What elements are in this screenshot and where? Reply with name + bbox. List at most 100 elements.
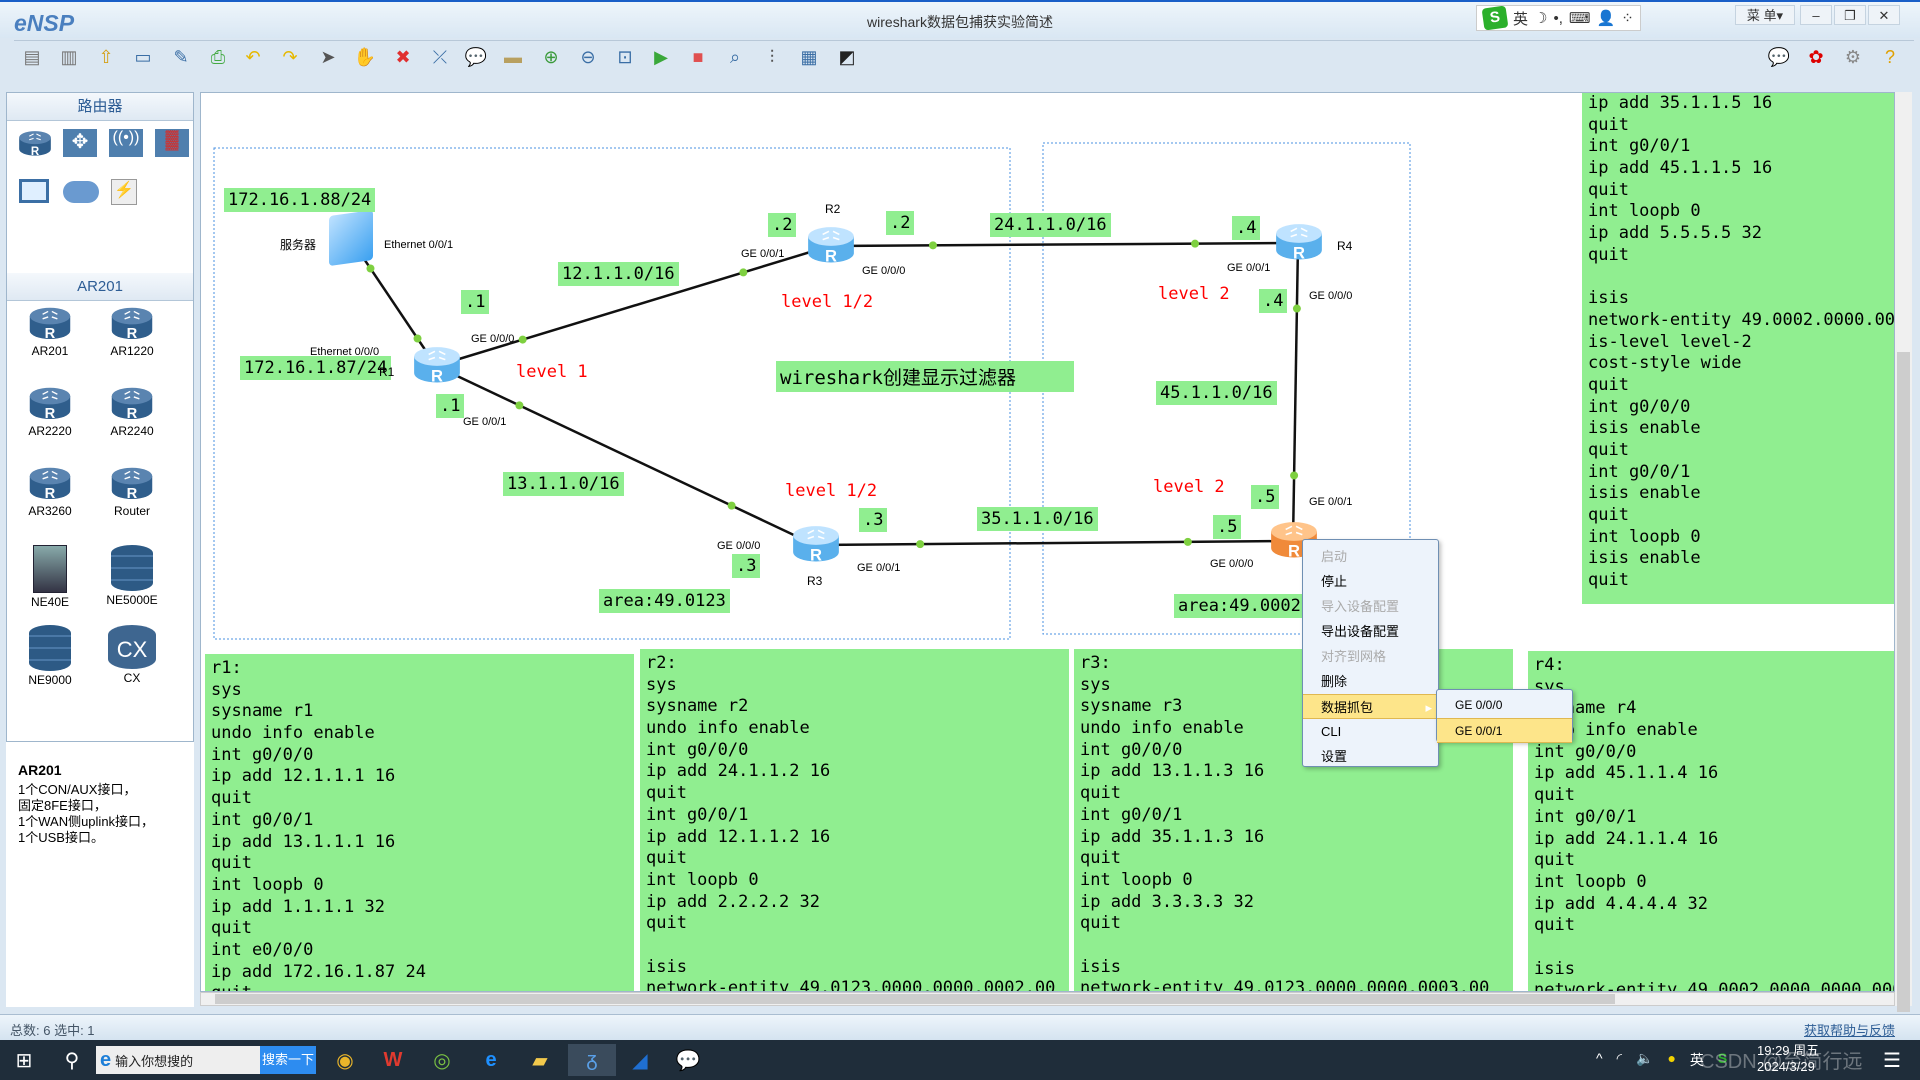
help-icon[interactable]: ? (1877, 44, 1903, 70)
menu-item[interactable]: 导出设备配置 (1303, 619, 1438, 644)
menu-item[interactable]: CLI (1303, 719, 1438, 744)
text-label[interactable]: wireshark创建显示过滤器 (776, 361, 1074, 392)
menu-item[interactable]: 停止 (1303, 569, 1438, 594)
ime-toolbar[interactable]: S 英 ☽ •, ⌨ 👤 ⁘ (1476, 5, 1641, 31)
config-note-r2[interactable]: r2: sys sysname r2 undo info enable int g0/0… (640, 649, 1069, 991)
text-label[interactable]: area:49.0002 (1174, 594, 1305, 618)
topology-view-icon[interactable]: ⫶ (759, 44, 785, 70)
text-label[interactable]: 172.16.1.88/24 (224, 188, 376, 212)
text-label[interactable]: 12.1.1.0/16 (558, 262, 679, 286)
server-node[interactable] (329, 209, 373, 267)
router-node-r3[interactable]: R (790, 523, 842, 568)
capture-icon[interactable]: ⌕ (722, 44, 748, 70)
chrome-icon[interactable]: ◉ (325, 1044, 365, 1076)
power-category-icon[interactable]: ⚡ (111, 179, 137, 205)
wireshark-icon[interactable]: ◢ (620, 1044, 660, 1076)
open-icon[interactable]: ⇧ (93, 44, 119, 70)
menu-item[interactable]: 设置 (1303, 744, 1438, 769)
text-label[interactable]: 172.16.1.87/24 (240, 356, 392, 380)
device-ar201[interactable]: R AR201 (15, 305, 85, 358)
tray-expand-icon[interactable]: ^ (1596, 1050, 1603, 1070)
menu-item[interactable]: 启动 (1303, 544, 1438, 569)
text-label[interactable]: .1 (461, 290, 490, 314)
screenshot-icon[interactable]: ◩ (834, 44, 860, 70)
restore-button[interactable]: ❐ (1834, 5, 1866, 25)
file-explorer-icon[interactable]: ▰ (520, 1044, 560, 1076)
360-tray-icon[interactable]: ● (1667, 1050, 1675, 1070)
keyboard-icon[interactable]: ⌨ (1569, 9, 1591, 27)
menu-item[interactable]: 对齐到网格 (1303, 644, 1438, 669)
new-blank-icon[interactable]: ▥ (56, 44, 82, 70)
text-label[interactable]: 13.1.1.0/16 (503, 472, 624, 496)
text-label[interactable]: .3 (859, 508, 888, 532)
undo-icon[interactable]: ↶ (240, 44, 266, 70)
huawei-icon[interactable]: ✿ (1803, 44, 1829, 70)
link-r4-r5[interactable] (1291, 242, 1300, 542)
device-ne40e[interactable]: NE40E (15, 545, 85, 609)
device-ar2240[interactable]: R AR2240 (97, 385, 167, 438)
text-label[interactable]: .4 (1259, 289, 1288, 313)
router-node-r1[interactable]: R (411, 344, 463, 389)
wireless-category-icon[interactable]: ((•)) (109, 129, 143, 157)
text-label[interactable]: .5 (1213, 515, 1242, 539)
print-icon[interactable]: ⎙ (205, 44, 231, 70)
moon-icon[interactable]: ☽ (1534, 9, 1547, 27)
chat-icon[interactable]: 💬 (1766, 44, 1792, 70)
text-label[interactable]: .2 (768, 213, 797, 237)
router-category-icon[interactable]: R (17, 129, 53, 161)
link-r3-r5[interactable] (814, 539, 1294, 547)
device-cx[interactable]: CX CX (97, 625, 167, 685)
taskbar-search-input[interactable]: e 输入你想搜的 (96, 1046, 260, 1074)
delete-link-icon[interactable]: ⤫ (427, 44, 453, 70)
360-browser-icon[interactable]: ◎ (422, 1044, 462, 1076)
submenu-item[interactable]: GE 0/0/1 (1437, 718, 1572, 743)
text-label[interactable]: 24.1.1.0/16 (990, 213, 1111, 237)
pc-category-icon[interactable] (19, 179, 49, 203)
save-as-icon[interactable]: ✎ (168, 44, 194, 70)
router-node-r2[interactable]: R (805, 224, 857, 269)
config-note-r5[interactable]: ip add 35.1.1.5 16 quit int g0/0/1 ip add 4… (1582, 93, 1894, 604)
start-device-icon[interactable]: ▶ (648, 44, 674, 70)
menu-button[interactable]: 菜 单▾ (1735, 5, 1795, 25)
device-ar1220[interactable]: R AR1220 (97, 305, 167, 358)
config-note-r1[interactable]: r1: sys sysname r1 undo info enable int g0/0… (205, 654, 634, 991)
menu-item[interactable]: 导入设备配置 (1303, 594, 1438, 619)
settings-icon[interactable]: ⚙ (1840, 44, 1866, 70)
grid-icon[interactable]: ▦ (796, 44, 822, 70)
text-label[interactable]: .4 (1232, 216, 1261, 240)
zoom-out-icon[interactable]: ⊖ (575, 44, 601, 70)
ie-browser-icon[interactable]: e (471, 1044, 511, 1076)
search-icon[interactable]: ⚲ (52, 1044, 92, 1076)
palette-icon[interactable]: ▬ (500, 44, 526, 70)
device-ne5000e[interactable]: NE5000E (97, 545, 167, 607)
text-label[interactable]: 35.1.1.0/16 (977, 507, 1098, 531)
redo-icon[interactable]: ↷ (277, 44, 303, 70)
stop-device-icon[interactable]: ■ (685, 44, 711, 70)
fit-view-icon[interactable]: ⊡ (612, 44, 638, 70)
device-ar3260[interactable]: R AR3260 (15, 465, 85, 518)
switch-category-icon[interactable]: ✥ (63, 129, 97, 157)
scroll-thumb[interactable] (215, 994, 1615, 1004)
text-label[interactable]: 45.1.1.0/16 (1156, 381, 1277, 405)
vertical-scrollbar[interactable] (1895, 92, 1912, 1012)
text-label[interactable]: area:49.0123 (599, 589, 730, 613)
link-r2-r4[interactable] (829, 241, 1299, 248)
close-button[interactable]: ✕ (1868, 5, 1900, 25)
menu-item[interactable]: 数据抓包 ▸ (1303, 694, 1438, 719)
link-r1-r3[interactable] (435, 364, 816, 547)
ime-item[interactable]: 英 (1513, 8, 1528, 29)
router-node-r4[interactable]: R (1273, 221, 1325, 266)
help-feedback-link[interactable]: 获取帮助与反馈 (1804, 1020, 1895, 1039)
topology-canvas[interactable]: R R R R R 172.16.1.88/24 服务器 Ethernet 0/0/1 Ethe… (200, 92, 1895, 992)
minimize-button[interactable]: – (1800, 5, 1832, 25)
firewall-category-icon[interactable]: ▓ (155, 129, 189, 157)
select-icon[interactable]: ➤ (315, 44, 341, 70)
notification-icon[interactable]: ☰ (1872, 1044, 1912, 1076)
horizontal-scrollbar[interactable] (200, 992, 1895, 1006)
delete-icon[interactable]: ✖ (390, 44, 416, 70)
wifi-icon[interactable]: ◜ (1617, 1050, 1622, 1070)
taskbar-search-button[interactable]: 搜索一下 (260, 1046, 316, 1074)
pan-icon[interactable]: ✋ (352, 44, 378, 70)
submenu-item[interactable]: GE 0/0/0 (1437, 693, 1572, 718)
cloud-category-icon[interactable] (63, 181, 99, 203)
